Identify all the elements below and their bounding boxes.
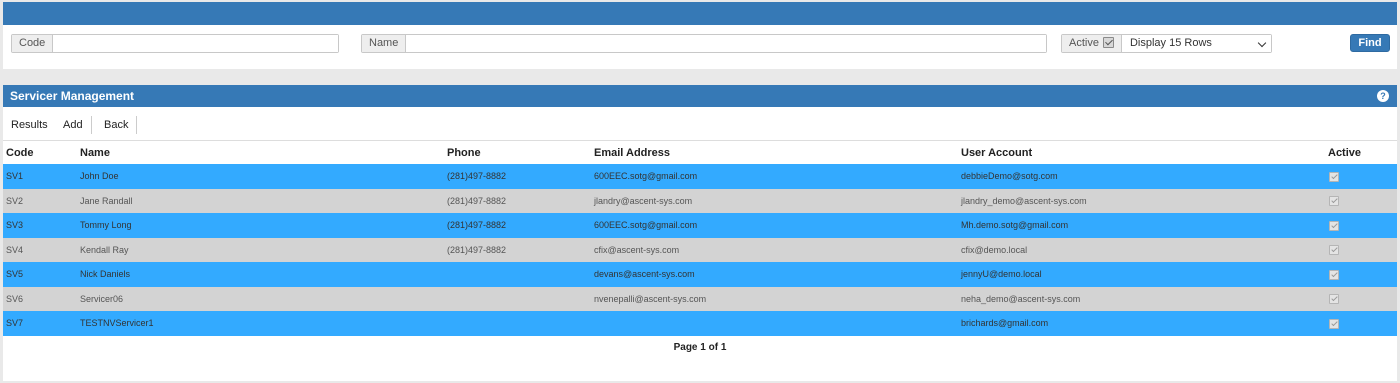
table-row[interactable]: SV7 TESTNVServicer1 brichards@gmail.com: [3, 311, 1397, 336]
name-input[interactable]: [406, 35, 1046, 52]
cell-code: SV1: [3, 164, 77, 189]
table-row[interactable]: SV4 Kendall Ray (281)497-8882 cfix@ascent-s…: [3, 237, 1397, 262]
cell-user: debbieDemo@sotg.com: [958, 164, 1325, 189]
cell-name: Servicer06: [77, 286, 444, 311]
cell-user: jlandry_demo@ascent-sys.com: [958, 188, 1325, 213]
chevron-down-icon: [1257, 38, 1267, 48]
cell-code: SV6: [3, 286, 77, 311]
tab-bar: Results Add Back: [3, 107, 1397, 141]
table-row[interactable]: SV5 Nick Daniels devans@ascent-sys.com jenn…: [3, 262, 1397, 287]
cell-phone: (281)497-8882: [444, 237, 591, 262]
active-row-checkbox: [1329, 269, 1339, 280]
help-icon[interactable]: ?: [1377, 90, 1389, 102]
cell-name: Kendall Ray: [77, 237, 444, 262]
tab-add[interactable]: Add: [55, 116, 92, 134]
cell-name: Tommy Long: [77, 213, 444, 238]
table-header-row: Code Name Phone Email Address User Accou…: [3, 141, 1397, 164]
top-banner: [3, 2, 1397, 25]
cell-name: TESTNVServicer1: [77, 311, 444, 336]
cell-email: [591, 311, 958, 336]
cell-code: SV4: [3, 237, 77, 262]
cell-phone: (281)497-8882: [444, 164, 591, 189]
tab-back[interactable]: Back: [96, 116, 138, 134]
cell-email: cfix@ascent-sys.com: [591, 237, 958, 262]
cell-name: John Doe: [77, 164, 444, 189]
cell-active: [1325, 262, 1397, 287]
display-rows-select[interactable]: Display 15 Rows: [1121, 35, 1271, 52]
code-filter: Code: [11, 34, 339, 53]
table-row[interactable]: SV6 Servicer06 nvenepalli@ascent-sys.com ne…: [3, 286, 1397, 311]
active-checkbox[interactable]: [1102, 37, 1114, 48]
cell-phone: (281)497-8882: [444, 188, 591, 213]
tab-results[interactable]: Results: [3, 116, 57, 134]
cell-active: [1325, 213, 1397, 238]
cell-code: SV2: [3, 188, 77, 213]
col-header-code[interactable]: Code: [3, 141, 77, 164]
cell-active: [1325, 237, 1397, 262]
cell-user: Mh.demo.sotg@gmail.com: [958, 213, 1325, 238]
cell-user: cfix@demo.local: [958, 237, 1325, 262]
cell-user: jennyU@demo.local: [958, 262, 1325, 287]
cell-email: nvenepalli@ascent-sys.com: [591, 286, 958, 311]
cell-active: [1325, 164, 1397, 189]
cell-name: Jane Randall: [77, 188, 444, 213]
code-label: Code: [12, 35, 54, 52]
cell-email: 600EEC.sotg@gmail.com: [591, 213, 958, 238]
active-display-group: Active Display 15 Rows: [1061, 34, 1272, 53]
cell-name: Nick Daniels: [77, 262, 444, 287]
active-label: Active: [1062, 35, 1122, 52]
code-input[interactable]: [53, 35, 338, 52]
col-header-user-account[interactable]: User Account: [958, 141, 1325, 164]
cell-active: [1325, 311, 1397, 336]
table-row[interactable]: SV3 Tommy Long (281)497-8882 600EEC.sotg@gm…: [3, 213, 1397, 238]
cell-user: brichards@gmail.com: [958, 311, 1325, 336]
col-header-phone[interactable]: Phone: [444, 141, 591, 164]
active-row-checkbox: [1329, 245, 1339, 256]
cell-phone: (281)497-8882: [444, 213, 591, 238]
col-header-name[interactable]: Name: [77, 141, 444, 164]
col-header-email[interactable]: Email Address: [591, 141, 958, 164]
active-row-checkbox: [1329, 220, 1339, 231]
table-row[interactable]: SV2 Jane Randall (281)497-8882 jlandry@asce…: [3, 188, 1397, 213]
cell-email: jlandry@ascent-sys.com: [591, 188, 958, 213]
filter-panel: Code Name Active Display 15 Rows Find: [3, 25, 1397, 69]
cell-code: SV5: [3, 262, 77, 287]
active-label-text: Active: [1069, 37, 1099, 49]
cell-active: [1325, 286, 1397, 311]
name-filter: Name: [361, 34, 1047, 53]
pager: Page 1 of 1: [673, 341, 727, 353]
name-label: Name: [362, 35, 407, 52]
cell-phone: [444, 286, 591, 311]
cell-phone: [444, 311, 591, 336]
cell-email: 600EEC.sotg@gmail.com: [591, 164, 958, 189]
cell-email: devans@ascent-sys.com: [591, 262, 958, 287]
display-rows-value: Display 15 Rows: [1129, 37, 1212, 49]
table-row[interactable]: SV1 John Doe (281)497-8882 600EEC.sotg@gmai…: [3, 164, 1397, 189]
find-button[interactable]: Find: [1350, 34, 1390, 52]
active-row-checkbox: [1329, 196, 1339, 207]
active-row-checkbox: [1329, 294, 1339, 305]
results-table: Code Name Phone Email Address User Accou…: [3, 141, 1397, 336]
active-row-checkbox: [1329, 171, 1339, 182]
cell-active: [1325, 188, 1397, 213]
servicer-panel: Servicer Management ? Results Add Back C…: [3, 85, 1397, 381]
cell-user: neha_demo@ascent-sys.com: [958, 286, 1325, 311]
panel-title: Servicer Management: [10, 89, 135, 103]
panel-header: Servicer Management ?: [3, 85, 1397, 107]
col-header-active[interactable]: Active: [1325, 141, 1397, 164]
cell-code: SV3: [3, 213, 77, 238]
active-row-checkbox: [1329, 318, 1339, 329]
cell-phone: [444, 262, 591, 287]
cell-code: SV7: [3, 311, 77, 336]
